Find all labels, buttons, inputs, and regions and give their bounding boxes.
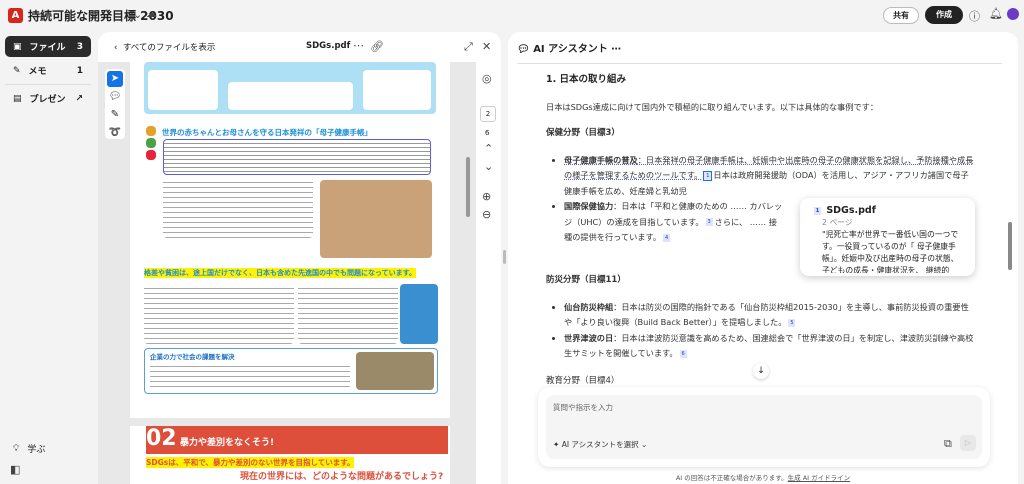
popover-page: 2 ページ <box>822 218 853 227</box>
pdf-page: 世界の赤ちゃんとお母さんを守る日本発祥の「母子健康手帳」 格差や貧困は、途上国だ… <box>130 62 450 418</box>
page-total: 6 <box>485 129 490 137</box>
help-icon[interactable]: ⓘ <box>969 8 980 24</box>
top-bar: A 持続可能な開発目標 2030 ⌄ ☁ 共有 作成 ⓘ 🔔︎ <box>0 0 1024 30</box>
prompt-input[interactable]: 質問や指示を入力 <box>553 402 613 413</box>
assistant-select-dropdown[interactable]: ✦ AI アシスタントを選択 ⌄ <box>553 439 647 450</box>
highlighted-citation-region[interactable] <box>163 139 431 175</box>
lasso-tool-icon[interactable]: ➰ <box>107 125 123 141</box>
assistant-icon: ✦ <box>553 440 560 449</box>
create-button[interactable]: 作成 <box>925 6 963 24</box>
guideline-link[interactable]: 生成 AI ガイドライン <box>788 474 851 482</box>
acrobat-logo-icon: A <box>8 8 23 23</box>
list-item: 仙台防災枠組：日本は防災の国際的指針である「仙台防災枠組2015-2030」を主… <box>564 300 976 331</box>
popover-filename: SDGs.pdf <box>826 205 876 216</box>
sidebar-item-presentation[interactable]: ▤ プレゼン ↗ <box>5 88 91 109</box>
sidebar-item-label: ファイル <box>29 43 66 53</box>
sidebar-item-memo[interactable]: ✎ メモ 1 <box>5 60 91 81</box>
popover-excerpt: "児死亡率が世界で一番低い国の一つです。一役買っているのが「 母子健康手帳」。妊… <box>822 230 959 273</box>
more-options-icon[interactable]: ⋯ <box>611 44 621 55</box>
memo-icon: ✎ <box>13 65 21 76</box>
pdf-page-2: 02 暴力や差別をなくそう! SDGsは、平和で、暴力や差別のない世界を目指して… <box>130 426 450 484</box>
sidebar-item-label: プレゼン <box>29 95 66 105</box>
page-navigation-rail: ◎ 2 6 ⌃ ⌄ ⊕ ⊖ <box>476 62 501 484</box>
pdf-filename: SDGs.pdf <box>306 41 351 51</box>
comment-tool-icon[interactable]: 💬︎ <box>107 89 123 105</box>
section-tagline: SDGsは、平和で、暴力や差別のない世界を目指しています。 <box>146 457 355 468</box>
presentation-icon: ▤ <box>13 93 22 104</box>
pdf-canvas[interactable]: ➤ 💬︎ ✎ ➰ 世界の赤ちゃんとお母さんを守る日本発祥の「母子健康手帳」 格差… <box>98 62 501 484</box>
file-icon: ▣ <box>13 41 22 52</box>
citation-1[interactable]: 1 <box>703 170 713 181</box>
sidebar-item-label: 学ぶ <box>27 445 46 455</box>
ai-chat-icon: 💬︎ <box>517 44 530 55</box>
citation-3[interactable]: 3 <box>705 218 713 226</box>
page-number-input[interactable]: 2 <box>480 106 496 122</box>
panel-resize-handle[interactable] <box>503 250 506 264</box>
citation-popover[interactable]: 1 SDGs.pdf 2 ページ "児死亡率が世界で一番低い国の一つです。一役買… <box>800 198 975 276</box>
section-heading: 保健分野（目標3） <box>546 128 620 138</box>
citation-5[interactable]: 5 <box>788 318 796 327</box>
baby-photo <box>320 180 432 258</box>
avatar[interactable] <box>1007 8 1019 20</box>
page-subheading: 格差や貧困は、途上国だけでなく、日本も含めた先進国の中でも問題になっています。 <box>144 268 416 278</box>
expand-icon[interactable]: ⤢ <box>464 40 473 54</box>
scrollbar[interactable] <box>1008 222 1012 270</box>
page-box-heading: 企業の力で社会の課題を解決 <box>150 353 235 361</box>
annotation-toolbar: ➤ 💬︎ ✎ ➰ <box>105 69 125 139</box>
ai-assistant-panel: 💬︎ AI アシスタント ⋯ 1. 日本の取り組み 日本はSDGs達成に向けて国… <box>508 32 1018 484</box>
external-link-icon: ↗ <box>75 93 83 104</box>
citation-4[interactable]: 4 <box>663 233 671 242</box>
panel-toggle-icon[interactable]: ◧ <box>10 463 20 476</box>
scrollbar[interactable] <box>466 157 470 217</box>
section-subline: 現在の世界には、どのような問題があるでしょう? <box>240 472 444 482</box>
previous-page-icon[interactable]: ⌃ <box>484 142 493 155</box>
chat-input-box: 質問や指示を入力 ✦ AI アシスタントを選択 ⌄ ⧉ ▷ <box>538 387 990 467</box>
sidebar-item-count: 1 <box>76 65 83 76</box>
sidebar-item-label: メモ <box>28 67 47 77</box>
ai-assistant-header: 💬︎ AI アシスタント ⋯ <box>517 44 622 55</box>
list-item: 世界津波の日：日本は津波防災意識を高めるため、国連総会で「世界津波の日」を制定し… <box>564 331 976 362</box>
list-item: 国際保健協力：日本は「平和と健康のための …… カバレッジ（UHC）の達成を目指… <box>564 199 784 261</box>
more-options-icon[interactable]: ⋯ <box>353 39 364 52</box>
page-heading: 世界の赤ちゃんとお母さんを守る日本発祥の「母子健康手帳」 <box>162 128 372 137</box>
back-to-all-files-link[interactable]: ‹ すべてのファイルを表示 <box>114 41 215 53</box>
sidebar-item-learn[interactable]: 💡︎ 学ぶ <box>5 438 91 459</box>
sidebar-item-files[interactable]: ▣ ファイル 3 <box>5 36 91 57</box>
divider <box>517 63 1002 64</box>
attach-file-icon[interactable]: ⧉ <box>944 437 952 451</box>
divider <box>5 84 91 85</box>
cloud-icon: ☁ <box>146 7 157 20</box>
link-icon[interactable]: 🔗︎ <box>370 40 384 53</box>
sidebar-item-count: 3 <box>76 41 83 52</box>
lightbulb-icon: 💡︎ <box>13 443 20 454</box>
close-icon[interactable]: ✕ <box>482 40 491 53</box>
bell-icon[interactable]: 🔔︎ <box>989 7 1003 20</box>
disclaimer: AI の回答は不正確な場合があります。生成 AI ガイドライン <box>675 474 851 482</box>
response-intro: 日本はSDGs達成に向けて国内外で積極的に取り組んでいます。以下は具体的な事例で… <box>546 101 879 112</box>
scroll-to-bottom-button[interactable]: ↓ <box>753 363 769 379</box>
ai-search-icon[interactable]: ◎ <box>482 72 492 85</box>
pen-tool-icon[interactable]: ✎ <box>107 107 123 123</box>
response-heading: 1. 日本の取り組み <box>546 74 627 85</box>
select-tool-icon[interactable]: ➤ <box>107 71 123 87</box>
citation-6[interactable]: 6 <box>679 349 687 358</box>
zoom-out-icon[interactable]: ⊖ <box>482 208 491 221</box>
section-title: 暴力や差別をなくそう! <box>180 438 275 448</box>
section-number: 02 <box>146 426 177 451</box>
share-button[interactable]: 共有 <box>883 7 919 24</box>
next-page-icon[interactable]: ⌄ <box>484 160 493 173</box>
zoom-in-icon[interactable]: ⊕ <box>482 190 491 203</box>
chevron-down-icon[interactable]: ⌄ <box>133 8 142 21</box>
list-item: 母子健康手帳の普及：日本発祥の母子健康手帳は、妊娠中や出産時の母子の健康状態を記… <box>564 153 976 200</box>
pdf-viewer-panel: ‹ すべてのファイルを表示 SDGs.pdf ⋯ 🔗︎ ⤢ ✕ ➤ 💬︎ ✎ ➰… <box>98 32 501 484</box>
send-button[interactable]: ▷ <box>960 435 976 451</box>
